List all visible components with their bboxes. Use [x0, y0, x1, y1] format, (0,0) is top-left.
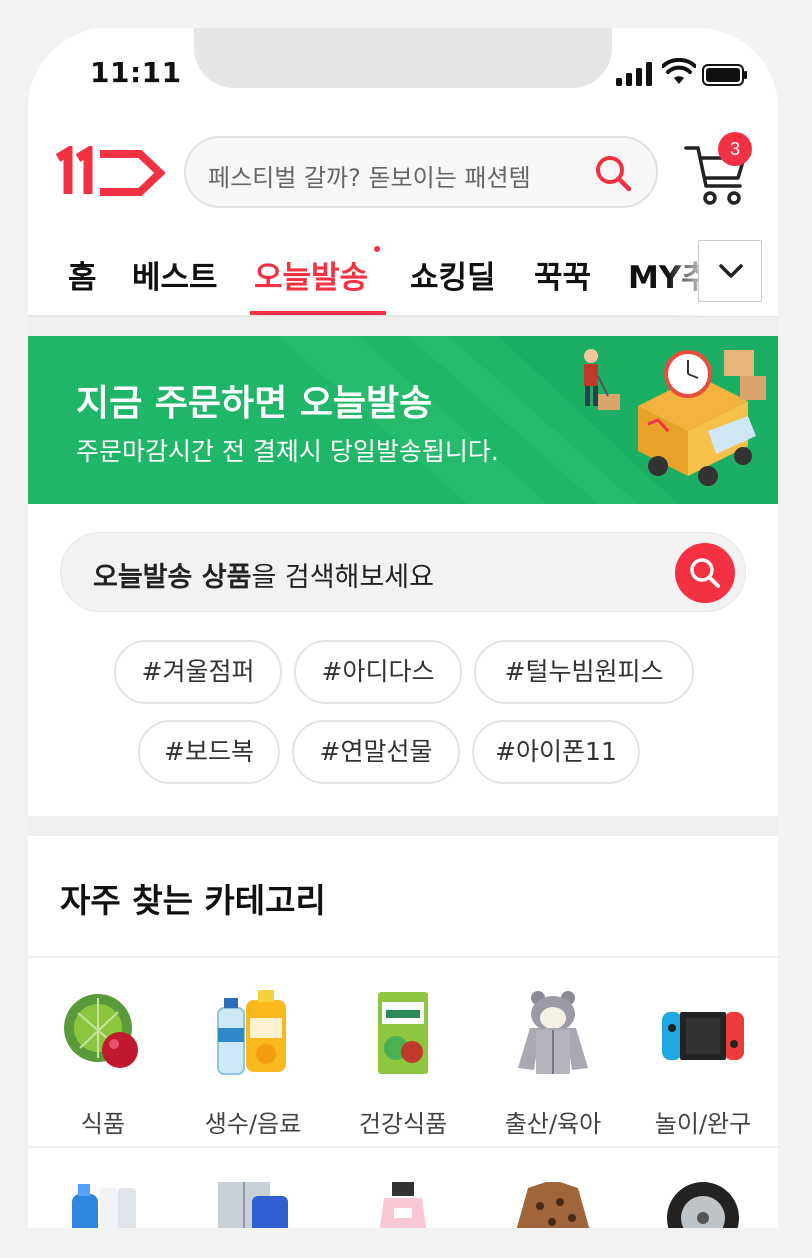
notch: [194, 28, 612, 88]
section-gap: [28, 816, 778, 836]
chevron-down-icon: [719, 264, 743, 278]
tab-home[interactable]: 홈: [68, 252, 97, 297]
today-delivery-search[interactable]: 오늘발송 상품을 검색해보세요: [60, 532, 746, 612]
today-search-rest: 을 검색해보세요: [251, 562, 434, 593]
status-time: 11:11: [90, 56, 182, 89]
category-section-title: 자주 찾는 카테고리: [60, 881, 326, 920]
section-gap: [28, 317, 778, 336]
game-console-icon: [662, 1012, 744, 1060]
divider: [28, 956, 778, 958]
new-dot: [374, 246, 380, 252]
hashtag-chip[interactable]: #아디다스: [294, 640, 462, 704]
water-bottle-icon: [217, 990, 286, 1075]
cabbage-icon: [64, 994, 138, 1068]
category-item-baby[interactable]: 출산/육아: [478, 988, 628, 1139]
banner-title: 지금 주문하면 오늘발송: [76, 383, 433, 424]
hashtag-chip[interactable]: #털누빔원피스: [474, 640, 694, 704]
category-label: 식품: [80, 1110, 126, 1138]
tab-best[interactable]: 베스트: [132, 252, 218, 297]
health-food-icon: [378, 992, 428, 1074]
perfume-icon[interactable]: [358, 1178, 448, 1228]
search-placeholder: 페스티벌 갈까? 돋보이는 패션템: [208, 164, 531, 192]
main-tabs: 홈 베스트 오늘발송 쇼킹딜 꾹꾹 MY추천: [28, 238, 778, 318]
hashtag-chip[interactable]: #연말선물: [292, 720, 460, 784]
status-bar: 11:11: [28, 28, 778, 118]
tab-more-button[interactable]: [698, 240, 762, 302]
baby-jacket-icon: [518, 991, 588, 1074]
delivery-truck-icon: [584, 349, 766, 486]
signal-icon: [616, 62, 652, 86]
tab-shocking-deal[interactable]: 쇼킹딜: [410, 252, 496, 297]
tire-icon[interactable]: [658, 1178, 748, 1228]
cart-count-badge: 3: [718, 132, 752, 166]
search-icon[interactable]: [594, 154, 632, 192]
today-search-button[interactable]: [675, 543, 735, 603]
category-item-toys[interactable]: 놀이/완구: [628, 988, 778, 1139]
category-label: 출산/육아: [504, 1110, 602, 1138]
battery-icon: [702, 64, 747, 86]
detergent-icon[interactable]: [58, 1178, 148, 1228]
refrigerator-icon[interactable]: [208, 1178, 298, 1228]
today-search-bold: 오늘발송 상품: [93, 562, 252, 593]
hashtag-chip[interactable]: #겨울점퍼: [114, 640, 282, 704]
category-label: 생수/음료: [204, 1110, 302, 1138]
tab-today-delivery[interactable]: 오늘발송: [254, 252, 368, 297]
phone-screen: 11:11 페스티벌 갈까? 돋보이는 패션템 3 홈 베스트 오늘발송 쇼킹딜…: [28, 28, 778, 1228]
category-item-health[interactable]: 건강식품: [328, 988, 478, 1139]
divider: [28, 1146, 778, 1148]
hashtag-chip[interactable]: #아이폰11: [472, 720, 640, 784]
category-item-food[interactable]: 식품: [28, 988, 178, 1139]
wifi-icon: [662, 58, 696, 84]
today-search-prompt: 오늘발송 상품을 검색해보세요: [93, 555, 434, 594]
category-label: 건강식품: [358, 1110, 448, 1138]
category-item-water[interactable]: 생수/음료: [178, 988, 328, 1139]
sweater-icon[interactable]: [508, 1178, 598, 1228]
header-search-bar[interactable]: 페스티벌 갈까? 돋보이는 패션템: [184, 136, 658, 208]
category-label: 놀이/완구: [654, 1110, 752, 1138]
search-icon: [690, 558, 720, 588]
tab-kkukkkuk[interactable]: 꾹꾹: [534, 252, 591, 297]
hashtag-chip[interactable]: #보드복: [138, 720, 280, 784]
banner-subtitle: 주문마감시간 전 결제시 당일발송됩니다.: [76, 437, 499, 466]
11st-logo[interactable]: [54, 146, 168, 198]
today-delivery-banner[interactable]: 지금 주문하면 오늘발송 주문마감시간 전 결제시 당일발송됩니다.: [28, 336, 778, 504]
